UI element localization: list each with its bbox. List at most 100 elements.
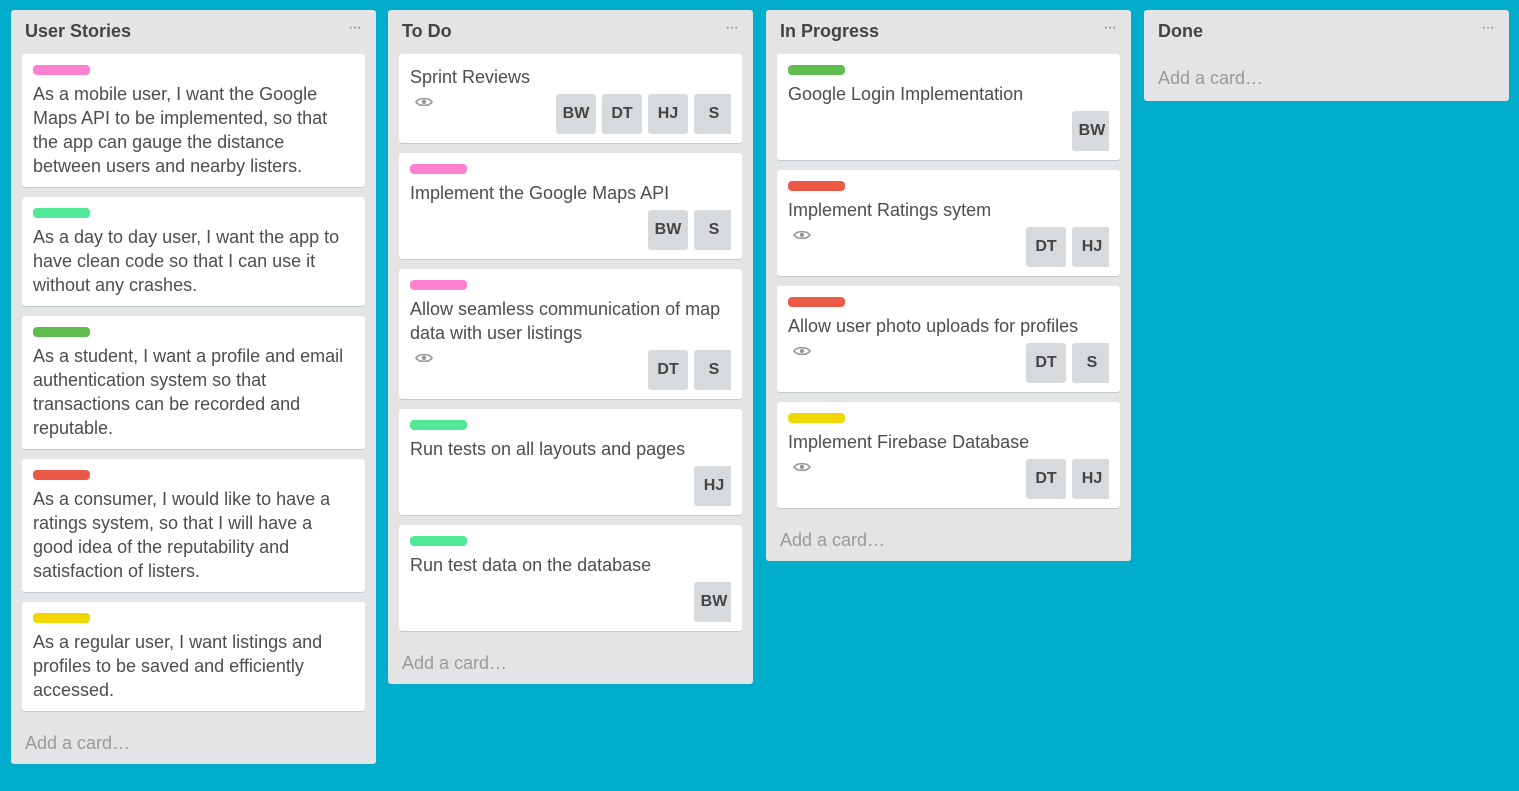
add-card-button[interactable]: Add a card… [1144, 54, 1509, 101]
card-title: Run tests on all layouts and pages [410, 439, 686, 459]
list-menu-icon[interactable]: ··· [725, 20, 739, 36]
member-avatar-bw[interactable]: BW [556, 94, 596, 134]
member-avatar-s[interactable]: S [1072, 343, 1109, 383]
card[interactable]: Google Login Implementation BW [777, 54, 1120, 160]
card-title: Run test data on the database [410, 555, 652, 575]
card-footer: DT HJ [788, 222, 1109, 267]
add-card-label: Add a card… [25, 733, 131, 753]
member-avatar-bw[interactable]: BW [694, 582, 731, 622]
eye-icon [415, 351, 433, 363]
card-footer: BW S [410, 205, 731, 250]
list-header: In Progress ··· [766, 10, 1131, 54]
card[interactable]: Implement the Google Maps API BW S [399, 153, 742, 259]
card-list: Sprint Reviews BW DT HJ S Implement the Googl… [388, 54, 753, 631]
red-label [788, 181, 845, 191]
eye-icon [793, 460, 811, 472]
member-avatar-dt[interactable]: DT [1026, 343, 1066, 383]
member-avatar-hj[interactable]: HJ [1072, 459, 1109, 499]
list-header: Done ··· [1144, 10, 1509, 54]
member-avatar-dt[interactable]: DT [648, 350, 688, 390]
list-title[interactable]: Done [1158, 21, 1203, 42]
list-to-do: To Do ··· Sprint Reviews BW DT HJ S Implement t… [388, 10, 753, 684]
teal-label [410, 536, 467, 546]
card[interactable]: Allow seamless communication of map data… [399, 269, 742, 399]
card[interactable]: Implement Ratings sytem DT HJ [777, 170, 1120, 276]
member-avatar-hj[interactable]: HJ [648, 94, 688, 134]
card[interactable]: As a student, I want a profile and email… [22, 316, 365, 449]
add-card-button[interactable]: Add a card… [766, 518, 1131, 561]
add-card-button[interactable]: Add a card… [11, 721, 376, 764]
card-title: Implement Firebase Database [788, 432, 1030, 452]
card-footer: DT S [410, 345, 731, 390]
yellow-label [33, 613, 90, 623]
teal-label [410, 420, 467, 430]
member-avatar-hj[interactable]: HJ [1072, 227, 1109, 267]
add-card-button[interactable]: Add a card… [388, 641, 753, 684]
list-user-stories: User Stories ··· As a mobile user, I want … [11, 10, 376, 764]
list-menu-icon[interactable]: ··· [348, 20, 362, 36]
member-avatar-s[interactable]: S [694, 210, 731, 250]
card-title: Allow seamless communication of map data… [410, 299, 721, 343]
red-label [788, 297, 845, 307]
member-avatar-dt[interactable]: DT [1026, 459, 1066, 499]
card-title: Sprint Reviews [410, 67, 531, 87]
card[interactable]: As a consumer, I would like to have a ra… [22, 459, 365, 592]
card[interactable]: Implement Firebase Database DT HJ [777, 402, 1120, 508]
add-card-label: Add a card… [1158, 68, 1264, 88]
list-menu-icon[interactable]: ··· [1103, 20, 1117, 36]
list-header: User Stories ··· [11, 10, 376, 54]
eye-icon [793, 344, 811, 356]
list-done: Done ··· Add a card… [1144, 10, 1509, 101]
member-avatar-bw[interactable]: BW [1072, 111, 1109, 151]
card[interactable]: Run tests on all layouts and pages HJ [399, 409, 742, 515]
card-title: As a consumer, I would like to have a ra… [33, 489, 331, 581]
member-avatar-s[interactable]: S [694, 350, 731, 390]
card-title: Google Login Implementation [788, 84, 1024, 104]
add-card-label: Add a card… [780, 530, 886, 550]
green-label [788, 65, 845, 75]
member-avatar-dt[interactable]: DT [602, 94, 642, 134]
eye-icon [793, 228, 811, 240]
card-title: As a day to day user, I want the app to … [33, 227, 340, 295]
yellow-label [788, 413, 845, 423]
pink-label [410, 164, 467, 174]
pink-label [33, 65, 90, 75]
card-list: Google Login Implementation BW Implement R… [766, 54, 1131, 508]
card-footer: DT S [788, 338, 1109, 383]
card[interactable]: As a day to day user, I want the app to … [22, 197, 365, 306]
card-footer: DT HJ [788, 454, 1109, 499]
card-title: As a regular user, I want listings and p… [33, 632, 323, 700]
card-footer: BW [788, 106, 1109, 151]
card[interactable]: Sprint Reviews BW DT HJ S [399, 54, 742, 143]
list-title[interactable]: In Progress [780, 21, 879, 42]
card-footer: HJ [410, 461, 731, 506]
card-title: As a student, I want a profile and email… [33, 346, 344, 438]
pink-label [410, 280, 467, 290]
member-avatar-s[interactable]: S [694, 94, 731, 134]
green-label [33, 327, 90, 337]
list-menu-icon[interactable]: ··· [1481, 20, 1495, 36]
card-title: As a mobile user, I want the Google Maps… [33, 84, 328, 176]
card[interactable]: Allow user photo uploads for profiles DT S [777, 286, 1120, 392]
list-title[interactable]: User Stories [25, 21, 131, 42]
add-card-label: Add a card… [402, 653, 508, 673]
teal-label [33, 208, 90, 218]
card-list: As a mobile user, I want the Google Maps… [11, 54, 376, 711]
eye-icon [415, 95, 433, 107]
board: User Stories ··· As a mobile user, I want … [0, 0, 1519, 791]
list-in-progress: In Progress ··· Google Login Implementatio… [766, 10, 1131, 561]
card-title: Implement the Google Maps API [410, 183, 670, 203]
member-avatar-bw[interactable]: BW [648, 210, 688, 250]
card-title: Implement Ratings sytem [788, 200, 992, 220]
member-avatar-hj[interactable]: HJ [694, 466, 731, 506]
list-header: To Do ··· [388, 10, 753, 54]
card[interactable]: As a regular user, I want listings and p… [22, 602, 365, 711]
card-footer: BW [410, 577, 731, 622]
card[interactable]: As a mobile user, I want the Google Maps… [22, 54, 365, 187]
card[interactable]: Run test data on the database BW [399, 525, 742, 631]
card-title: Allow user photo uploads for profiles [788, 316, 1079, 336]
red-label [33, 470, 90, 480]
list-title[interactable]: To Do [402, 21, 452, 42]
member-avatar-dt[interactable]: DT [1026, 227, 1066, 267]
card-footer: BW DT HJ S [410, 89, 731, 134]
